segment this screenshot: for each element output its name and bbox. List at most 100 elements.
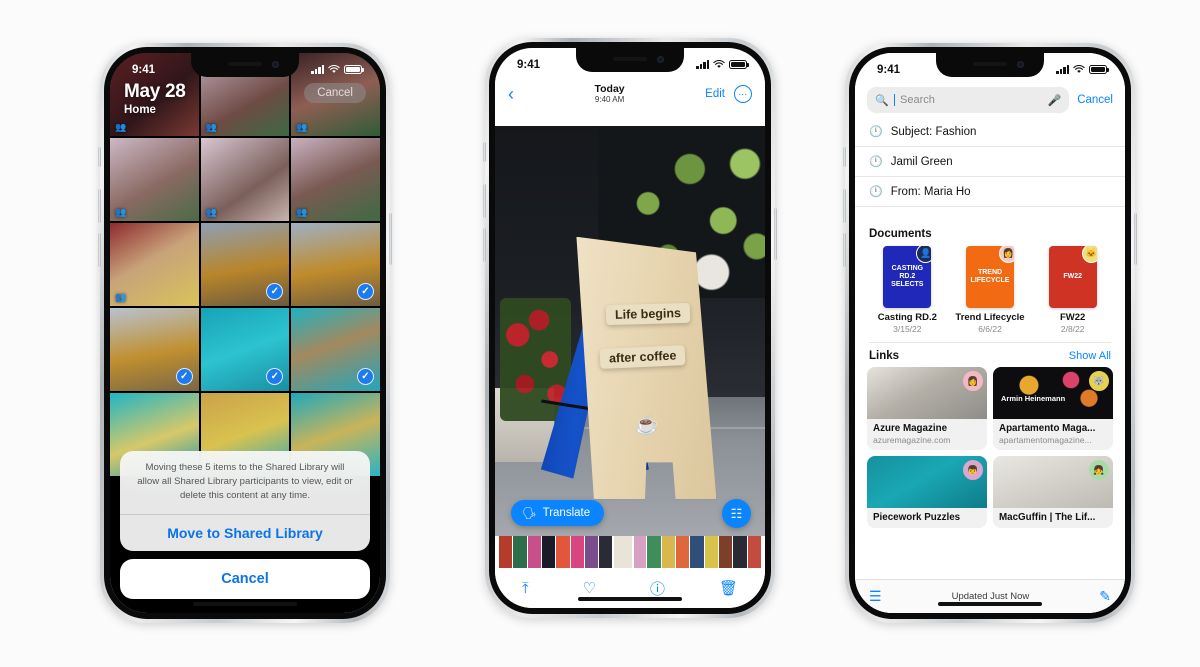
mute-switch[interactable] — [483, 142, 486, 162]
live-text-highlight-line-1[interactable]: Life begins — [605, 303, 690, 326]
power-button[interactable] — [774, 208, 777, 260]
document-item[interactable]: FW22 🐱 FW22 2/8/22 — [1034, 246, 1111, 334]
home-indicator[interactable] — [578, 597, 682, 601]
link-card[interactable]: 👧 MacGuffin | The Lif... — [993, 456, 1113, 528]
links-list[interactable]: 👩 Azure Magazine azuremagazine.com Armin He… — [855, 365, 1125, 528]
home-indicator[interactable] — [938, 602, 1042, 606]
photo-cell[interactable]: 👥 — [200, 138, 290, 221]
search-placeholder: Search — [900, 94, 935, 106]
power-button[interactable] — [389, 213, 392, 265]
photo-canvas[interactable]: Life begins after coffee ☕ 🗣 Translate ☷ — [495, 126, 765, 536]
search-input[interactable]: 🔍 Search 🎤 — [867, 87, 1070, 113]
wifi-icon — [1073, 65, 1085, 73]
filmstrip-thumbnail[interactable] — [704, 536, 719, 568]
filmstrip-thumbnail[interactable] — [676, 536, 690, 568]
info-icon[interactable]: ⓘ — [650, 578, 665, 599]
filmstrip-thumbnail[interactable] — [556, 536, 570, 568]
selection-checkmark-icon[interactable]: ✓ — [356, 368, 374, 385]
home-indicator[interactable] — [193, 602, 297, 606]
selection-checkmark-icon[interactable]: ✓ — [266, 368, 284, 385]
search-cancel-button[interactable]: Cancel — [1077, 94, 1113, 106]
search-suggestion-row[interactable]: 🕛 Subject: Fashion — [855, 117, 1125, 147]
microphone-icon[interactable]: 🎤 — [1047, 94, 1061, 107]
sender-avatar: 👩 — [963, 371, 983, 391]
filmstrip-thumbnail[interactable] — [541, 536, 556, 568]
filmstrip-thumbnail[interactable] — [599, 536, 613, 568]
edit-button[interactable]: Edit — [705, 88, 725, 100]
show-all-button[interactable]: Show All — [1069, 350, 1111, 362]
link-url: azuremagazine.com — [873, 435, 951, 445]
action-sheet-cancel-group: Cancel — [120, 559, 370, 599]
filmstrip-thumbnail[interactable] — [690, 536, 704, 568]
volume-up-button[interactable] — [483, 184, 486, 218]
photos-cancel-button[interactable]: Cancel — [304, 83, 366, 103]
magnifier-icon: 🔍 — [875, 94, 889, 107]
shared-library-people-icon: 👥 — [115, 207, 127, 217]
photo-cell[interactable]: ✓ — [200, 223, 290, 306]
filter-icon[interactable]: ☰ — [869, 588, 882, 605]
filmstrip-thumbnail[interactable] — [747, 536, 761, 568]
move-to-shared-library-button[interactable]: Move to Shared Library — [120, 515, 370, 551]
filmstrip-thumbnail[interactable] — [527, 536, 541, 568]
selection-checkmark-icon[interactable]: ✓ — [175, 368, 193, 385]
photo-filmstrip[interactable] — [495, 536, 765, 568]
selection-checkmark-icon[interactable]: ✓ — [356, 283, 374, 300]
trash-icon[interactable]: 🗑 — [719, 579, 738, 597]
filmstrip-thumbnail[interactable] — [570, 536, 584, 568]
notch — [191, 53, 299, 77]
share-icon[interactable]: ⤒ — [522, 580, 529, 597]
phone-mail-search: 9:41 🔍 Search 🎤 Cancel 🕛 Subject: Fashio… — [843, 43, 1137, 623]
filmstrip-thumbnail[interactable] — [584, 536, 599, 568]
filmstrip-thumbnail[interactable] — [633, 536, 647, 568]
document-item[interactable]: CASTING RD.2 SELECTS 👤 Casting RD.2 3/15/22 — [869, 246, 946, 334]
translate-icon: 🗣 — [522, 508, 537, 520]
filmstrip-thumbnail[interactable] — [733, 536, 747, 568]
filmstrip-thumbnail[interactable] — [499, 536, 513, 568]
back-chevron-icon[interactable]: ‹ — [508, 85, 514, 103]
mute-switch[interactable] — [843, 147, 846, 167]
document-thumbnail: TREND LIFECYCLE 👩 — [966, 246, 1014, 308]
document-name: FW22 — [1060, 312, 1086, 323]
search-bar: 🔍 Search 🎤 Cancel — [855, 83, 1125, 117]
link-card[interactable]: 👦 Piecework Puzzles — [867, 456, 987, 528]
ellipsis-circle-icon[interactable]: ⋯ — [733, 85, 752, 103]
link-card[interactable]: 👩 Azure Magazine azuremagazine.com — [867, 367, 987, 450]
volume-up-button[interactable] — [843, 189, 846, 223]
cellular-bars-icon — [1056, 65, 1069, 74]
photos-date: May 28 — [124, 81, 186, 102]
selection-checkmark-icon[interactable]: ✓ — [266, 283, 284, 300]
nav-title-group: Today 9:40 AM — [595, 83, 625, 104]
link-card[interactable]: Armin Heinemann 🐺 Apartamento Maga... apart… — [993, 367, 1113, 450]
translate-button[interactable]: 🗣 Translate — [511, 500, 605, 526]
compose-icon[interactable]: ✎ — [1099, 588, 1111, 605]
photo-cell[interactable]: ✓ — [291, 223, 380, 306]
battery-icon — [729, 60, 749, 69]
volume-down-button[interactable] — [98, 233, 101, 267]
document-item[interactable]: TREND LIFECYCLE 👩 Trend Lifecycle 6/6/22 — [952, 246, 1029, 334]
filmstrip-thumbnail[interactable] — [661, 536, 676, 568]
filmstrip-thumbnail[interactable] — [611, 536, 635, 568]
photo-cell[interactable]: ✓ — [110, 308, 199, 391]
photo-cell[interactable]: ✓ — [200, 308, 290, 391]
volume-down-button[interactable] — [483, 228, 486, 262]
action-sheet-cancel-button[interactable]: Cancel — [120, 559, 370, 599]
photo-cell[interactable]: 👥 — [291, 138, 380, 221]
phone2-screen: 9:41 ‹ Today 9:40 AM Edit ⋯ Life begins … — [495, 48, 765, 608]
power-button[interactable] — [1134, 213, 1137, 265]
live-text-scan-icon[interactable]: ☷ — [722, 499, 751, 528]
wifi-icon — [328, 65, 340, 73]
volume-up-button[interactable] — [98, 189, 101, 223]
favorite-heart-icon[interactable]: ♡ — [583, 579, 596, 597]
search-suggestion-row[interactable]: 🕛 From: Maria Ho — [855, 177, 1125, 207]
documents-list[interactable]: CASTING RD.2 SELECTS 👤 Casting RD.2 3/15/22… — [855, 243, 1125, 342]
search-suggestion-row[interactable]: 🕛 Jamil Green — [855, 147, 1125, 177]
photo-cell[interactable]: 👥 — [110, 223, 199, 306]
volume-down-button[interactable] — [843, 233, 846, 267]
document-date: 3/15/22 — [893, 324, 922, 334]
mute-switch[interactable] — [98, 147, 101, 167]
filmstrip-thumbnail[interactable] — [513, 536, 527, 568]
photo-cell[interactable]: 👥 — [110, 138, 199, 221]
filmstrip-thumbnail[interactable] — [647, 536, 661, 568]
photo-cell[interactable]: ✓ — [291, 308, 380, 391]
filmstrip-thumbnail[interactable] — [719, 536, 733, 568]
